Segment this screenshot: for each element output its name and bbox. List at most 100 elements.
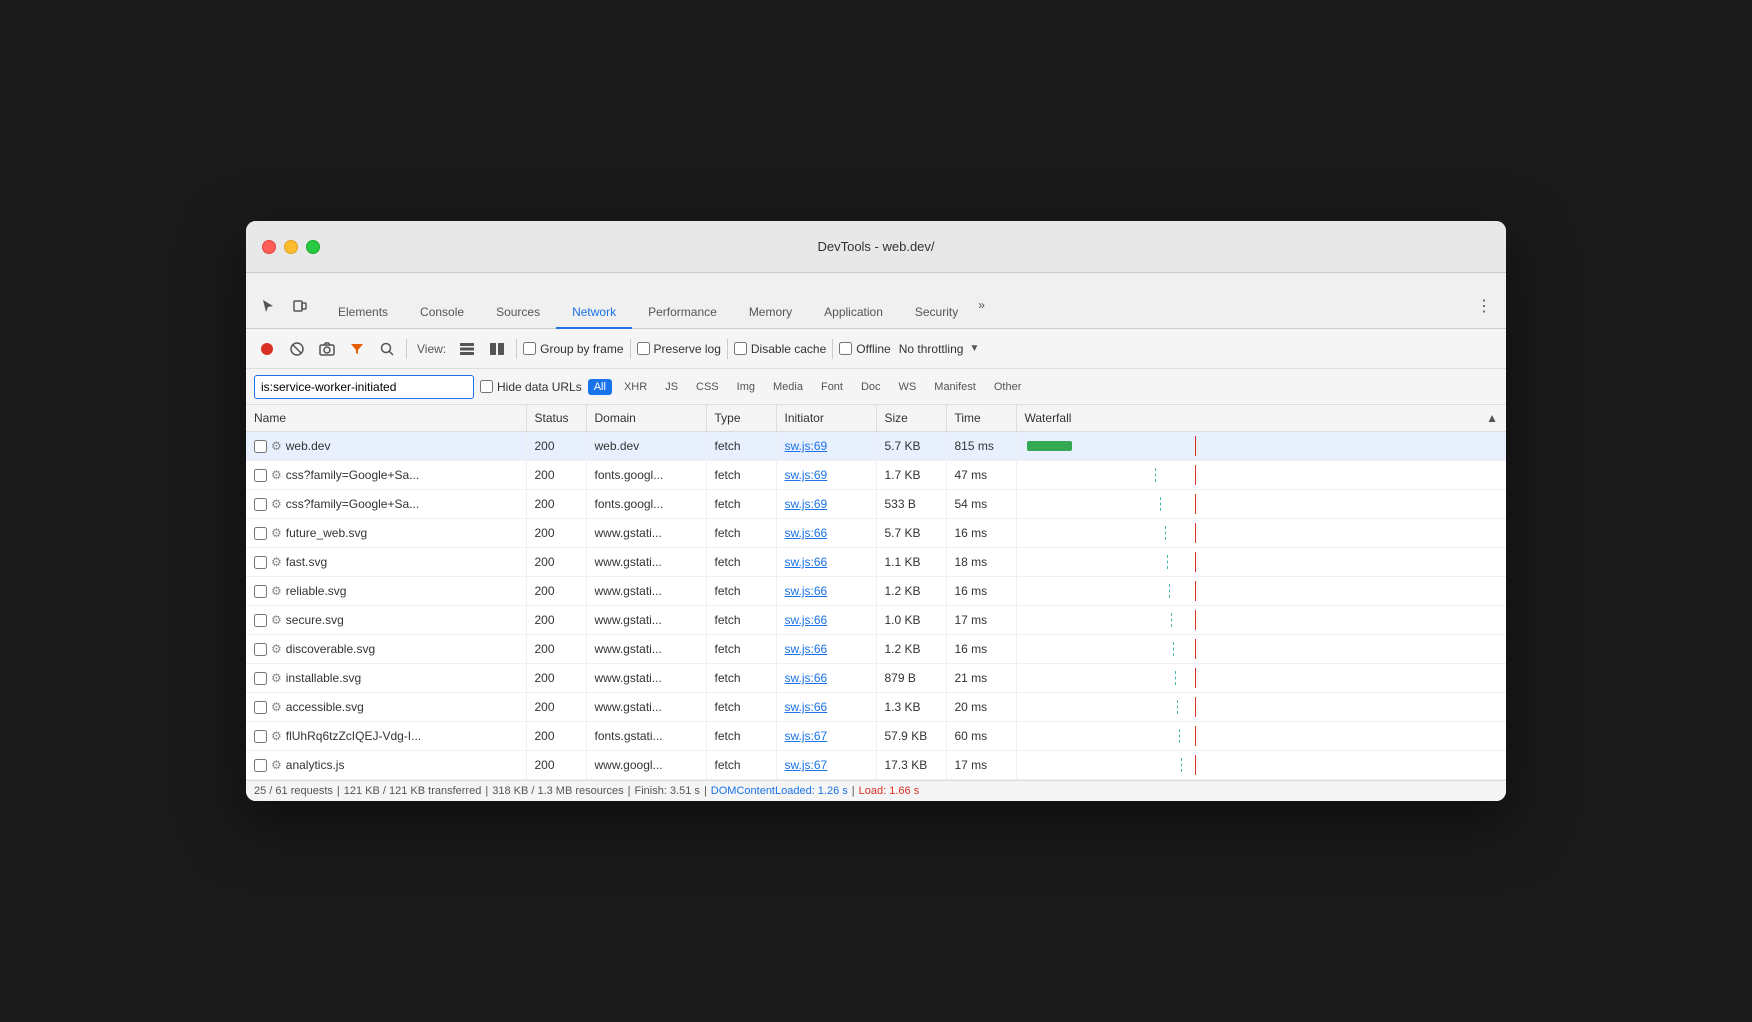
initiator-link[interactable]: sw.js:69	[785, 439, 828, 453]
cell-initiator[interactable]: sw.js:66	[776, 548, 876, 577]
close-button[interactable]	[262, 240, 276, 254]
filter-js-button[interactable]: JS	[659, 379, 684, 395]
table-row[interactable]: ⚙ reliable.svg 200www.gstati...fetchsw.j…	[246, 577, 1506, 606]
row-checkbox[interactable]	[254, 556, 267, 569]
table-row[interactable]: ⚙ fast.svg 200www.gstati...fetchsw.js:66…	[246, 548, 1506, 577]
initiator-link[interactable]: sw.js:66	[785, 584, 828, 598]
tab-elements[interactable]: Elements	[322, 297, 404, 329]
search-button[interactable]	[374, 336, 400, 362]
col-header-status[interactable]: Status	[526, 405, 586, 432]
table-row[interactable]: ⚙ future_web.svg 200www.gstati...fetchsw…	[246, 519, 1506, 548]
tab-network[interactable]: Network	[556, 297, 632, 329]
disable-cache-checkbox[interactable]	[734, 342, 747, 355]
maximize-button[interactable]	[306, 240, 320, 254]
filter-media-button[interactable]: Media	[767, 379, 809, 395]
tab-console[interactable]: Console	[404, 297, 480, 329]
device-icon[interactable]	[286, 292, 314, 320]
table-row[interactable]: ⚙ installable.svg 200www.gstati...fetchs…	[246, 664, 1506, 693]
cell-initiator[interactable]: sw.js:67	[776, 751, 876, 780]
record-button[interactable]	[254, 336, 280, 362]
initiator-link[interactable]: sw.js:66	[785, 555, 828, 569]
filter-manifest-button[interactable]: Manifest	[928, 379, 982, 395]
cursor-icon[interactable]	[254, 292, 282, 320]
initiator-link[interactable]: sw.js:66	[785, 526, 828, 540]
initiator-link[interactable]: sw.js:66	[785, 700, 828, 714]
row-checkbox[interactable]	[254, 759, 267, 772]
cell-status: 200	[526, 577, 586, 606]
table-row[interactable]: ⚙ discoverable.svg 200www.gstati...fetch…	[246, 635, 1506, 664]
row-checkbox[interactable]	[254, 643, 267, 656]
initiator-link[interactable]: sw.js:66	[785, 671, 828, 685]
filter-all-button[interactable]: All	[588, 379, 612, 395]
cell-initiator[interactable]: sw.js:67	[776, 722, 876, 751]
filter-ws-button[interactable]: WS	[893, 379, 923, 395]
row-checkbox[interactable]	[254, 469, 267, 482]
filter-css-button[interactable]: CSS	[690, 379, 725, 395]
tab-application[interactable]: Application	[808, 297, 899, 329]
tab-sources[interactable]: Sources	[480, 297, 556, 329]
initiator-link[interactable]: sw.js:67	[785, 729, 828, 743]
minimize-button[interactable]	[284, 240, 298, 254]
waterfall-tick	[1155, 468, 1157, 482]
tab-performance[interactable]: Performance	[632, 297, 733, 329]
col-header-domain[interactable]: Domain	[586, 405, 706, 432]
table-row[interactable]: ⚙ css?family=Google+Sa... 200fonts.googl…	[246, 461, 1506, 490]
clear-button[interactable]	[284, 336, 310, 362]
row-checkbox[interactable]	[254, 614, 267, 627]
row-checkbox[interactable]	[254, 498, 267, 511]
table-row[interactable]: ⚙ flUhRq6tzZcIQEJ-Vdg-I... 200fonts.gsta…	[246, 722, 1506, 751]
group-by-frame-checkbox[interactable]	[523, 342, 536, 355]
col-header-initiator[interactable]: Initiator	[776, 405, 876, 432]
cell-initiator[interactable]: sw.js:69	[776, 461, 876, 490]
row-checkbox[interactable]	[254, 730, 267, 743]
initiator-link[interactable]: sw.js:66	[785, 642, 828, 656]
cell-initiator[interactable]: sw.js:69	[776, 490, 876, 519]
throttle-dropdown-arrow[interactable]: ▼	[969, 343, 979, 354]
camera-button[interactable]	[314, 336, 340, 362]
offline-checkbox[interactable]	[839, 342, 852, 355]
filter-xhr-button[interactable]: XHR	[618, 379, 653, 395]
detail-view-button[interactable]	[484, 336, 510, 362]
col-header-time[interactable]: Time	[946, 405, 1016, 432]
filter-doc-button[interactable]: Doc	[855, 379, 887, 395]
col-header-size[interactable]: Size	[876, 405, 946, 432]
preserve-log-checkbox[interactable]	[637, 342, 650, 355]
table-row[interactable]: ⚙ analytics.js 200www.googl...fetchsw.js…	[246, 751, 1506, 780]
col-header-waterfall[interactable]: Waterfall ▲	[1016, 405, 1506, 432]
initiator-link[interactable]: sw.js:69	[785, 497, 828, 511]
table-row[interactable]: ⚙ web.dev 200web.devfetchsw.js:695.7 KB8…	[246, 432, 1506, 461]
tab-security[interactable]: Security	[899, 297, 974, 329]
filter-input[interactable]	[254, 375, 474, 399]
filter-font-button[interactable]: Font	[815, 379, 849, 395]
initiator-link[interactable]: sw.js:67	[785, 758, 828, 772]
filter-button[interactable]	[344, 336, 370, 362]
cell-status: 200	[526, 635, 586, 664]
table-row[interactable]: ⚙ css?family=Google+Sa... 200fonts.googl…	[246, 490, 1506, 519]
list-view-button[interactable]	[454, 336, 480, 362]
cell-initiator[interactable]: sw.js:66	[776, 693, 876, 722]
row-checkbox[interactable]	[254, 440, 267, 453]
cell-initiator[interactable]: sw.js:66	[776, 577, 876, 606]
table-row[interactable]: ⚙ accessible.svg 200www.gstati...fetchsw…	[246, 693, 1506, 722]
filter-other-button[interactable]: Other	[988, 379, 1028, 395]
col-header-name[interactable]: Name	[246, 405, 526, 432]
cell-initiator[interactable]: sw.js:69	[776, 432, 876, 461]
hide-data-urls-checkbox[interactable]	[480, 380, 493, 393]
initiator-link[interactable]: sw.js:66	[785, 613, 828, 627]
row-checkbox[interactable]	[254, 672, 267, 685]
cell-initiator[interactable]: sw.js:66	[776, 635, 876, 664]
col-header-type[interactable]: Type	[706, 405, 776, 432]
cell-size: 1.2 KB	[876, 577, 946, 606]
cell-initiator[interactable]: sw.js:66	[776, 519, 876, 548]
row-checkbox[interactable]	[254, 585, 267, 598]
tab-more[interactable]: »	[974, 290, 989, 320]
filter-img-button[interactable]: Img	[731, 379, 761, 395]
row-checkbox[interactable]	[254, 527, 267, 540]
cell-initiator[interactable]: sw.js:66	[776, 606, 876, 635]
menu-button[interactable]: ⋮	[1470, 292, 1498, 320]
row-checkbox[interactable]	[254, 701, 267, 714]
table-row[interactable]: ⚙ secure.svg 200www.gstati...fetchsw.js:…	[246, 606, 1506, 635]
tab-memory[interactable]: Memory	[733, 297, 808, 329]
cell-initiator[interactable]: sw.js:66	[776, 664, 876, 693]
initiator-link[interactable]: sw.js:69	[785, 468, 828, 482]
